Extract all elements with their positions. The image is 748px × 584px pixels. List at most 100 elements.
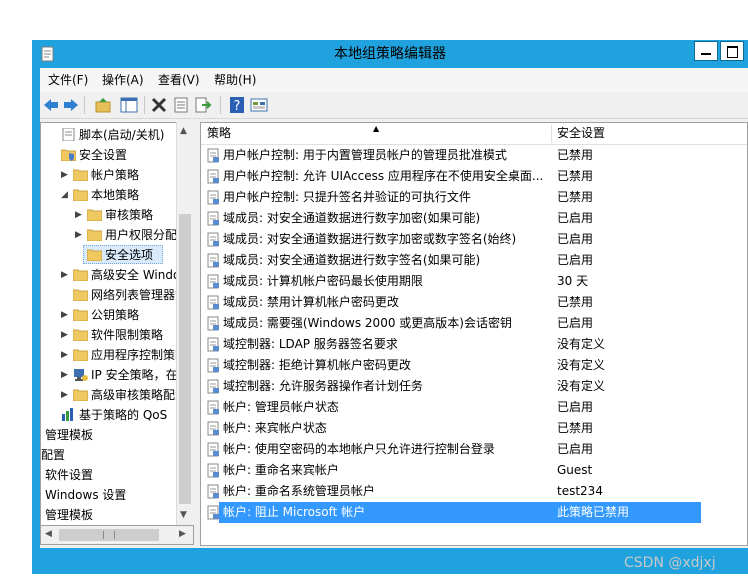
- tree-item-label: 本地策略: [91, 188, 140, 202]
- title-bar[interactable]: 本地组策略编辑器: [32, 40, 748, 68]
- tree-item[interactable]: 管理模板: [41, 505, 193, 525]
- policy-name: 域成员: 对安全通道数据进行数字加密(如果可能): [223, 211, 481, 225]
- tree-item[interactable]: ▶ 用户权限分配: [41, 225, 193, 245]
- column-header-policy[interactable]: 策略: [207, 123, 231, 144]
- help-icon[interactable]: ?: [228, 96, 246, 114]
- tree-item[interactable]: ▶ 公钥策略: [41, 305, 193, 325]
- qos-chart-icon: [62, 408, 73, 421]
- policy-row[interactable]: 帐户: 重命名系统管理员帐户 test234: [201, 481, 747, 502]
- scroll-thumb[interactable]: [179, 214, 191, 504]
- scroll-left-icon[interactable]: ◀: [45, 529, 52, 539]
- column-divider[interactable]: [551, 125, 552, 143]
- security-setting-value: 没有定义: [557, 379, 606, 393]
- policy-row[interactable]: 帐户: 阻止 Microsoft 帐户 此策略已禁用: [201, 502, 747, 523]
- scroll-right-icon[interactable]: ▶: [179, 529, 186, 539]
- tree-item[interactable]: 安全选项: [41, 245, 193, 265]
- scroll-thumb[interactable]: [59, 529, 159, 541]
- policy-row[interactable]: 用户帐户控制: 用于内置管理员帐户的管理员批准模式 已禁用: [201, 145, 747, 166]
- maximize-button[interactable]: [720, 41, 744, 61]
- forward-icon[interactable]: [62, 96, 80, 114]
- tree-item[interactable]: Windows 设置: [41, 485, 193, 505]
- policy-row[interactable]: 域成员: 需要强(Windows 2000 或更高版本)会话密钥 已启用: [201, 313, 747, 334]
- tree-item[interactable]: ▶ 帐户策略: [41, 165, 193, 185]
- tree-item[interactable]: ▶ 高级审核策略配置: [41, 385, 193, 405]
- expand-arrow-icon[interactable]: ▶: [75, 225, 82, 245]
- policy-name: 域成员: 计算机帐户密码最长使用期限: [223, 274, 423, 288]
- folder-icon: [73, 189, 88, 201]
- collapse-arrow-icon[interactable]: ◢: [61, 185, 68, 205]
- expand-arrow-icon[interactable]: ▶: [61, 345, 68, 365]
- security-setting-value: 已禁用: [557, 169, 594, 183]
- policy-row[interactable]: 用户帐户控制: 只提升签名并验证的可执行文件 已禁用: [201, 187, 747, 208]
- policy-row[interactable]: 帐户: 管理员帐户状态 已启用: [201, 397, 747, 418]
- security-setting-value: 没有定义: [557, 358, 606, 372]
- minimize-button[interactable]: [694, 41, 718, 61]
- tree-item[interactable]: 网络列表管理器策: [41, 285, 193, 305]
- policy-name: 帐户: 阻止 Microsoft 帐户: [223, 505, 366, 519]
- policy-row[interactable]: 域成员: 对安全通道数据进行数字加密或数字签名(始终) 已启用: [201, 229, 747, 250]
- policy-row[interactable]: 域控制器: 允许服务器操作者计划任务 没有定义: [201, 376, 747, 397]
- up-folder-icon[interactable]: [94, 96, 112, 114]
- policy-row[interactable]: 帐户: 使用空密码的本地帐户只允许进行控制台登录 已启用: [201, 439, 747, 460]
- tree-item[interactable]: 基于策略的 QoS: [41, 405, 193, 425]
- tree-item[interactable]: ▶ IP 安全策略，在 z: [41, 365, 193, 385]
- expand-arrow-icon[interactable]: ▶: [61, 165, 68, 185]
- menu-view[interactable]: 查看(V): [158, 72, 200, 88]
- policy-setting-icon: [207, 232, 219, 247]
- properties-icon[interactable]: [172, 96, 190, 114]
- scroll-up-icon[interactable]: ▲: [180, 126, 187, 136]
- security-setting-value: 已禁用: [557, 190, 594, 204]
- menu-action[interactable]: 操作(A): [102, 72, 144, 88]
- tree-item[interactable]: 安全设置: [41, 145, 193, 165]
- tree-vertical-scrollbar[interactable]: ▲ ▼: [176, 122, 194, 525]
- delete-icon[interactable]: [150, 96, 168, 114]
- security-setting-value: 已禁用: [557, 148, 594, 162]
- export-icon[interactable]: [194, 96, 212, 114]
- tree-item[interactable]: ▶ 审核策略: [41, 205, 193, 225]
- tree-item[interactable]: ▶ 高级安全 Window: [41, 265, 193, 285]
- tree-item[interactable]: ▶ 应用程序控制策略: [41, 345, 193, 365]
- expand-arrow-icon[interactable]: ▶: [75, 205, 82, 225]
- column-header-setting[interactable]: 安全设置: [557, 123, 605, 144]
- policy-row[interactable]: 域成员: 计算机帐户密码最长使用期限 30 天: [201, 271, 747, 292]
- policy-row[interactable]: 域成员: 对安全通道数据进行数字签名(如果可能) 已启用: [201, 250, 747, 271]
- show-tree-icon[interactable]: [120, 96, 138, 114]
- policy-row[interactable]: 帐户: 重命名来宾帐户 Guest: [201, 460, 747, 481]
- toolbar-separator: [84, 96, 85, 114]
- policy-row[interactable]: 域控制器: 拒绝计算机帐户密码更改 没有定义: [201, 355, 747, 376]
- policy-name: 帐户: 重命名来宾帐户: [223, 463, 339, 477]
- tree-item[interactable]: ◢ 本地策略: [41, 185, 193, 205]
- scroll-down-icon[interactable]: ▼: [180, 510, 187, 520]
- security-setting-value: Guest: [557, 463, 593, 477]
- toolbar-separator: [220, 96, 221, 114]
- tree-item-label: 脚本(启动/关机): [79, 128, 165, 142]
- folder-icon: [73, 169, 88, 181]
- tree-item[interactable]: 软件设置: [41, 465, 193, 485]
- menu-help[interactable]: 帮助(H): [214, 72, 256, 88]
- policy-row[interactable]: 域成员: 禁用计算机帐户密码更改 已禁用: [201, 292, 747, 313]
- expand-arrow-icon[interactable]: ▶: [61, 265, 68, 285]
- expand-arrow-icon[interactable]: ▶: [61, 365, 68, 385]
- policy-row[interactable]: 用户帐户控制: 允许 UIAccess 应用程序在不使用安全桌面... 已禁用: [201, 166, 747, 187]
- back-icon[interactable]: [42, 96, 60, 114]
- tree-horizontal-scrollbar[interactable]: ◀ ▶: [40, 525, 194, 545]
- policy-row[interactable]: 域控制器: LDAP 服务器签名要求 没有定义: [201, 334, 747, 355]
- policy-row[interactable]: 域成员: 对安全通道数据进行数字加密(如果可能) 已启用: [201, 208, 747, 229]
- menu-file[interactable]: 文件(F): [48, 72, 88, 88]
- policy-setting-icon: [207, 337, 219, 352]
- console-icon[interactable]: [250, 96, 268, 114]
- tree-item[interactable]: 管理模板: [41, 425, 193, 445]
- tree-item[interactable]: 配置: [41, 445, 193, 465]
- folder-icon: [73, 269, 88, 281]
- tree-item[interactable]: ▶ 软件限制策略: [41, 325, 193, 345]
- security-setting-value: 此策略已禁用: [557, 505, 630, 519]
- tree-item[interactable]: 脚本(启动/关机): [41, 125, 193, 145]
- expand-arrow-icon[interactable]: ▶: [61, 305, 68, 325]
- expand-arrow-icon[interactable]: ▶: [61, 325, 68, 345]
- policy-row[interactable]: 帐户: 来宾帐户状态 已禁用: [201, 418, 747, 439]
- expand-arrow-icon[interactable]: ▶: [61, 385, 68, 405]
- policy-name: 域控制器: LDAP 服务器签名要求: [223, 337, 398, 351]
- security-setting-value: 已禁用: [557, 295, 594, 309]
- policy-setting-icon: [207, 421, 219, 436]
- policy-name: 域控制器: 允许服务器操作者计划任务: [223, 379, 423, 393]
